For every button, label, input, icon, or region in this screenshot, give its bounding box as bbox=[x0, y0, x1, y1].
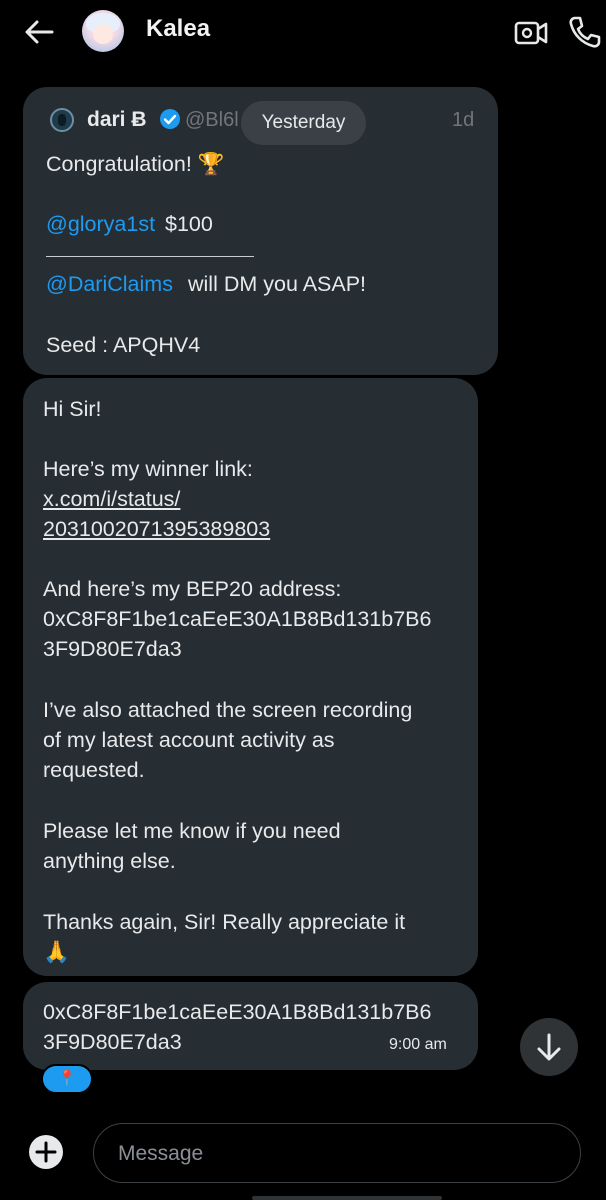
home-indicator bbox=[252, 1196, 442, 1200]
mention-link[interactable]: @DariClaims bbox=[46, 269, 173, 299]
quoted-post-amount: $100 bbox=[165, 212, 213, 236]
message-line: I’ve also attached the screen recording bbox=[43, 698, 413, 722]
quoted-post-line: Congratulation! 🏆 bbox=[46, 152, 225, 176]
wallet-address: 0xC8F8F1be1caEeE30A1B8Bd131b7B6 bbox=[43, 607, 432, 631]
wallet-address: 3F9D80E7da3 bbox=[43, 637, 182, 661]
wallet-address: 0xC8F8F1be1caEeE30A1B8Bd131b7B6 bbox=[43, 1000, 432, 1024]
message-line: Thanks again, Sir! Really appreciate it bbox=[43, 910, 406, 934]
verified-badge-icon bbox=[159, 108, 181, 130]
phone-icon[interactable] bbox=[565, 14, 603, 50]
message-input[interactable] bbox=[116, 1124, 560, 1183]
divider bbox=[46, 256, 254, 257]
quoted-post-line: will DM you ASAP! bbox=[188, 272, 367, 296]
contact-name[interactable]: Kalea bbox=[146, 15, 210, 43]
plus-circle-icon bbox=[29, 1135, 63, 1169]
reaction-badge[interactable]: 📍 bbox=[41, 1064, 93, 1094]
video-camera-icon[interactable] bbox=[512, 14, 550, 50]
winner-link[interactable]: 2031002071395389803 bbox=[43, 514, 270, 544]
quoted-post-seed: Seed : APQHV4 bbox=[46, 333, 201, 357]
quoted-author-handle: @Bl6l bbox=[185, 109, 239, 131]
message-line: requested. bbox=[43, 758, 145, 782]
quoted-author-avatar bbox=[50, 108, 74, 132]
mention-link[interactable]: @glorya1st bbox=[46, 209, 155, 239]
wallet-address: 3F9D80E7da3 bbox=[43, 1030, 182, 1054]
message-line: 🙏 bbox=[43, 940, 70, 964]
scroll-to-bottom-button[interactable] bbox=[520, 1018, 578, 1076]
add-attachment-button[interactable] bbox=[26, 1132, 66, 1172]
quoted-author-name: dari Ƀ bbox=[87, 108, 147, 131]
message-line: anything else. bbox=[43, 849, 176, 873]
arrow-down-icon bbox=[537, 1033, 561, 1061]
message-timestamp: 9:00 am bbox=[389, 1036, 447, 1053]
message-line: Here’s my winner link: bbox=[43, 457, 253, 481]
message-line: And here’s my BEP20 address: bbox=[43, 577, 342, 601]
date-divider: Yesterday bbox=[241, 101, 366, 145]
quoted-post-time: 1d bbox=[452, 109, 475, 131]
message-line: Hi Sir! bbox=[43, 397, 102, 421]
message-line: Please let me know if you need bbox=[43, 819, 341, 843]
back-arrow-icon[interactable] bbox=[22, 14, 62, 50]
avatar[interactable] bbox=[82, 10, 124, 52]
message-composer[interactable] bbox=[93, 1123, 581, 1183]
message-line: of my latest account activity as bbox=[43, 728, 335, 752]
winner-link[interactable]: x.com/i/status/ bbox=[43, 484, 180, 514]
